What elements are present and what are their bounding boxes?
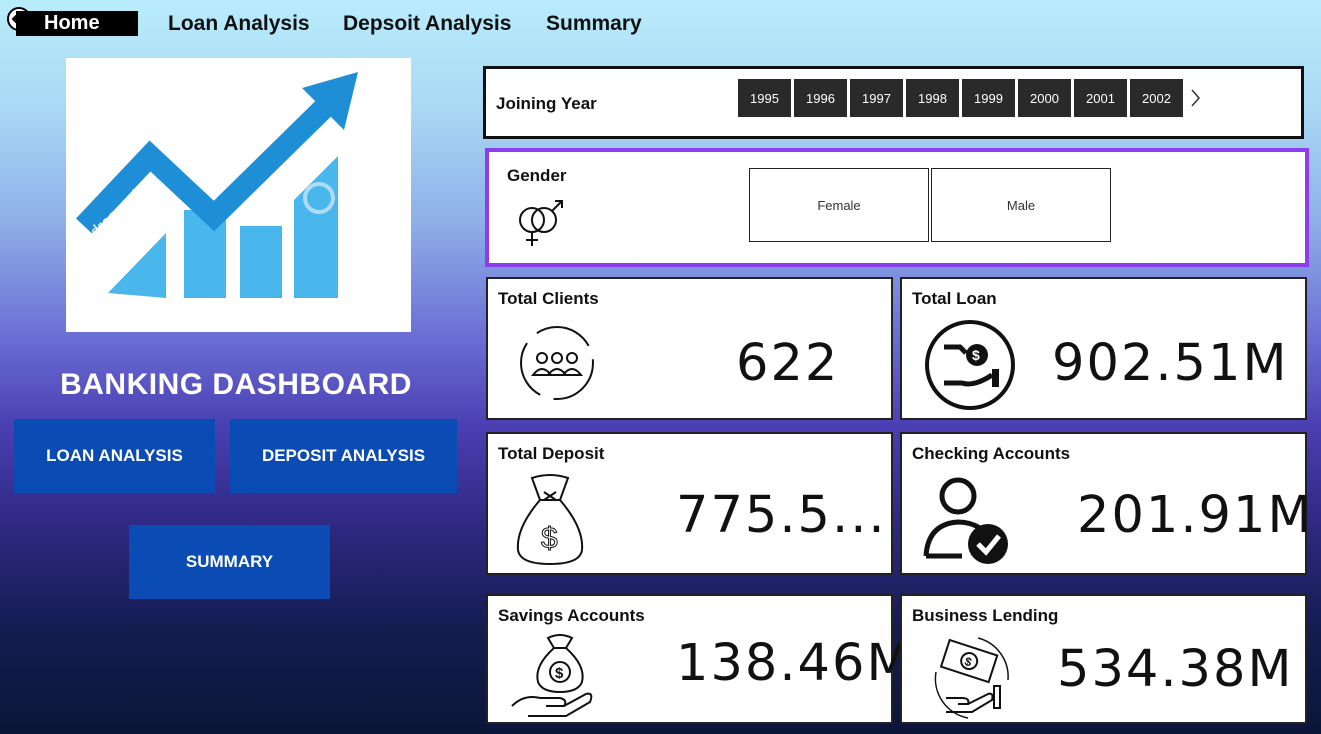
total-loan-label: Total Loan — [912, 289, 997, 308]
gender-symbol-icon — [519, 200, 563, 246]
checking-accounts-label: Checking Accounts — [912, 444, 1071, 463]
nav-home-tab[interactable]: Home — [16, 11, 138, 36]
checking-accounts-card: Checking Accounts 201.91M — [900, 432, 1311, 575]
total-deposit-label: Total Deposit — [498, 444, 605, 463]
total-clients-label: Total Clients — [498, 289, 599, 308]
year-button[interactable]: 2002 — [1130, 79, 1183, 117]
svg-text:$: $ — [555, 665, 564, 682]
business-lending-value: 534.38M — [1057, 640, 1294, 699]
business-lending-card: Business Lending $ 534.38M — [900, 594, 1307, 724]
savings-accounts-card: Savings Accounts $ 138.46M — [486, 594, 910, 724]
joining-year-label: Joining Year — [496, 94, 597, 113]
year-button[interactable]: 1999 — [962, 79, 1015, 117]
growth-chart-icon: dreamstime — [75, 72, 358, 298]
year-buttons: 1995 1996 1997 1998 1999 2000 2001 2002 — [738, 79, 1206, 117]
total-loan-card: Total Loan $ 902.51M — [900, 277, 1307, 420]
year-button[interactable]: 2000 — [1018, 79, 1071, 117]
chevron-right-icon[interactable] — [1186, 79, 1206, 117]
nav-loan-analysis[interactable]: Loan Analysis — [168, 11, 310, 36]
total-clients-card: Total Clients 622 — [486, 277, 893, 420]
savings-accounts-label: Savings Accounts — [498, 606, 645, 625]
svg-text:$: $ — [972, 347, 980, 363]
joining-year-slicer: Joining Year 1995 1996 1997 1998 1999 20… — [483, 66, 1304, 139]
savings-accounts-value: 138.46M — [676, 634, 913, 693]
clients-group-icon — [520, 326, 594, 400]
nav-summary[interactable]: Summary — [546, 11, 642, 36]
summary-button[interactable]: SUMMARY — [129, 525, 330, 599]
savings-hand-bag-icon: $ — [511, 634, 593, 717]
user-check-icon — [923, 477, 1008, 564]
loan-hands-icon: $ — [925, 320, 1015, 410]
money-bag-icon: $ — [516, 474, 584, 566]
deposit-analysis-button[interactable]: DEPOSIT ANALYSIS — [230, 419, 457, 493]
gender-slicer: Gender Female Male — [485, 148, 1309, 267]
year-button[interactable]: 1998 — [906, 79, 959, 117]
checking-accounts-value: 201.91M — [1077, 486, 1314, 545]
year-button[interactable]: 2001 — [1074, 79, 1127, 117]
gender-female-button[interactable]: Female — [749, 168, 929, 242]
nav-deposit-analysis[interactable]: Depsoit Analysis — [343, 11, 511, 36]
loan-analysis-button[interactable]: LOAN ANALYSIS — [14, 419, 215, 493]
total-deposit-card: Total Deposit $ 775.5... — [486, 432, 893, 575]
year-button[interactable]: 1997 — [850, 79, 903, 117]
total-deposit-value: 775.5... — [676, 486, 887, 545]
gender-label: Gender — [507, 166, 567, 185]
business-lending-icon: $ — [934, 637, 1009, 719]
svg-text:$: $ — [963, 654, 974, 669]
business-lending-label: Business Lending — [912, 606, 1059, 625]
total-loan-value: 902.51M — [1052, 334, 1289, 393]
logo-image: dreamstime — [66, 58, 411, 332]
top-nav: Home Loan Analysis Depsoit Analysis Summ… — [0, 7, 700, 38]
total-clients-value: 622 — [736, 334, 840, 393]
gender-male-button[interactable]: Male — [931, 168, 1111, 242]
svg-text:$: $ — [541, 522, 558, 555]
year-button[interactable]: 1995 — [738, 79, 791, 117]
year-button[interactable]: 1996 — [794, 79, 847, 117]
dashboard-title: BANKING DASHBOARD — [60, 368, 412, 401]
